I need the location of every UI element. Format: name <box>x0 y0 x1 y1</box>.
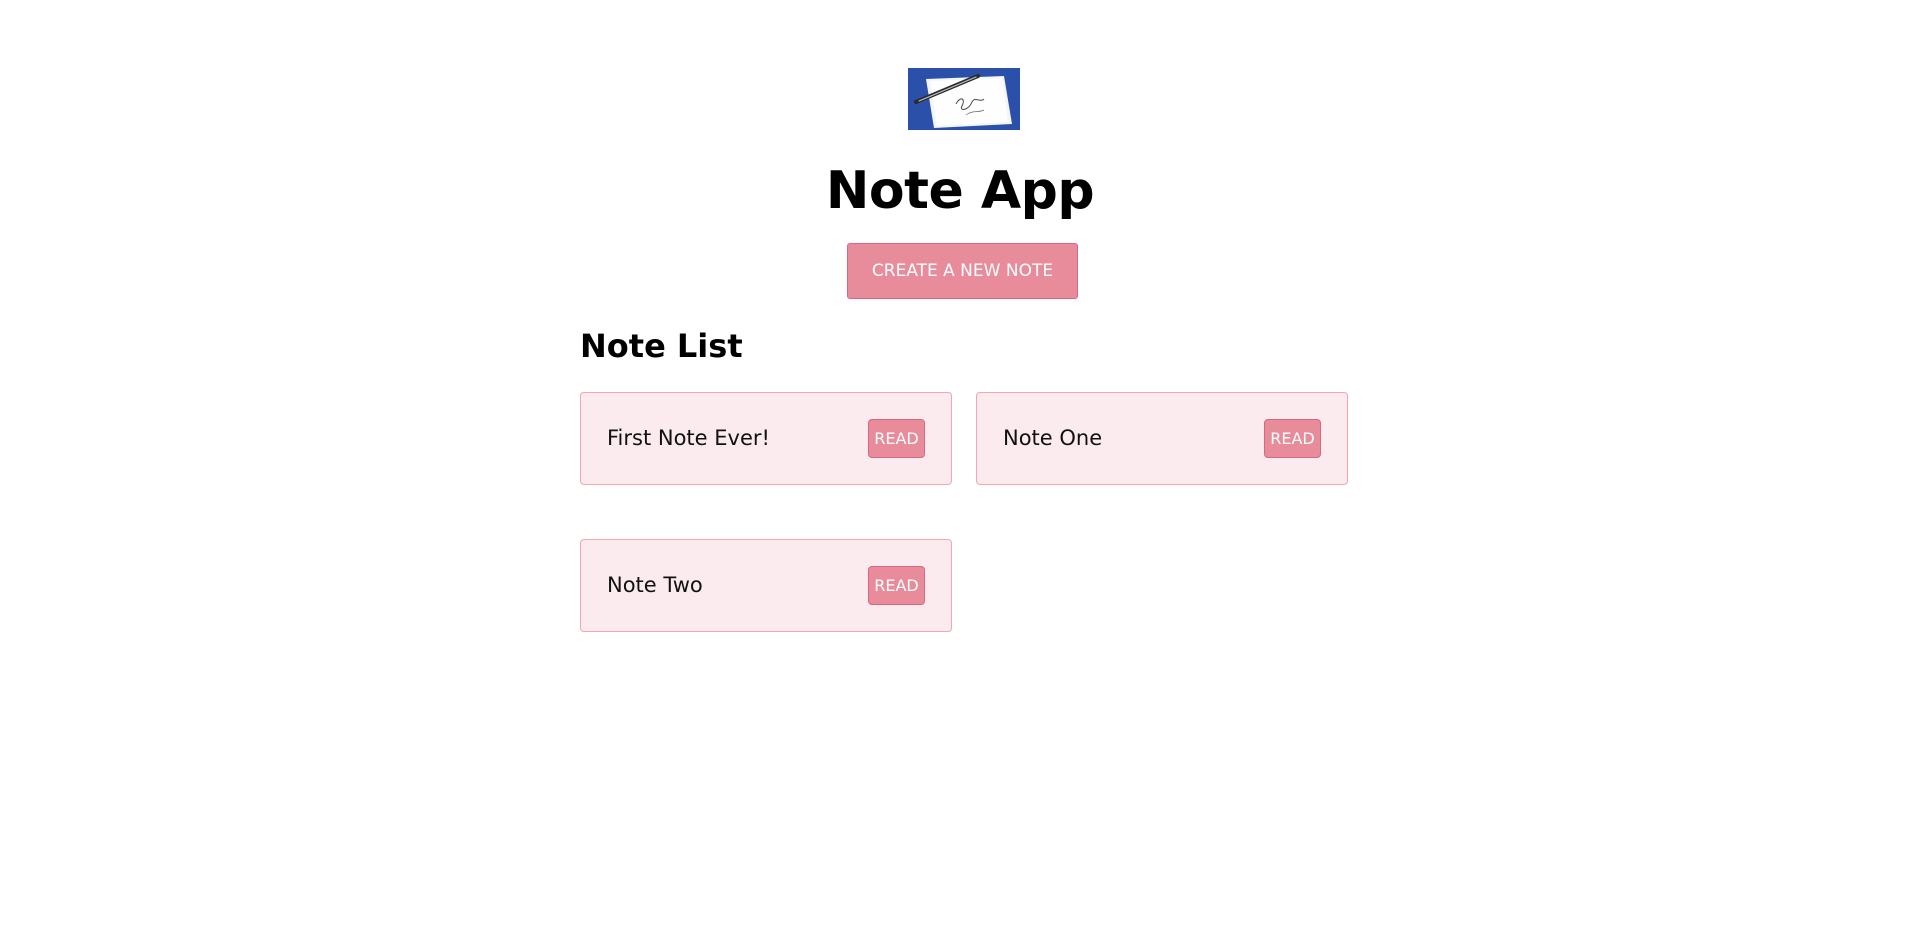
page-title: Note App <box>825 161 1095 221</box>
note-list-heading: Note List <box>580 327 743 365</box>
note-card: Note Two READ <box>580 539 952 632</box>
read-note-button[interactable]: READ <box>868 419 925 458</box>
note-title: Note Two <box>607 573 703 597</box>
envelope-note-logo-icon <box>908 68 1020 130</box>
create-new-note-button[interactable]: CREATE A NEW NOTE <box>847 243 1078 299</box>
read-note-button[interactable]: READ <box>868 566 925 605</box>
read-note-button[interactable]: READ <box>1264 419 1321 458</box>
note-card: First Note Ever! READ <box>580 392 952 485</box>
note-app-page: Note App CREATE A NEW NOTE Note List Fir… <box>0 0 1920 940</box>
note-card: Note One READ <box>976 392 1348 485</box>
app-logo <box>908 68 1020 130</box>
note-title: Note One <box>1003 426 1103 450</box>
note-title: First Note Ever! <box>607 426 770 450</box>
